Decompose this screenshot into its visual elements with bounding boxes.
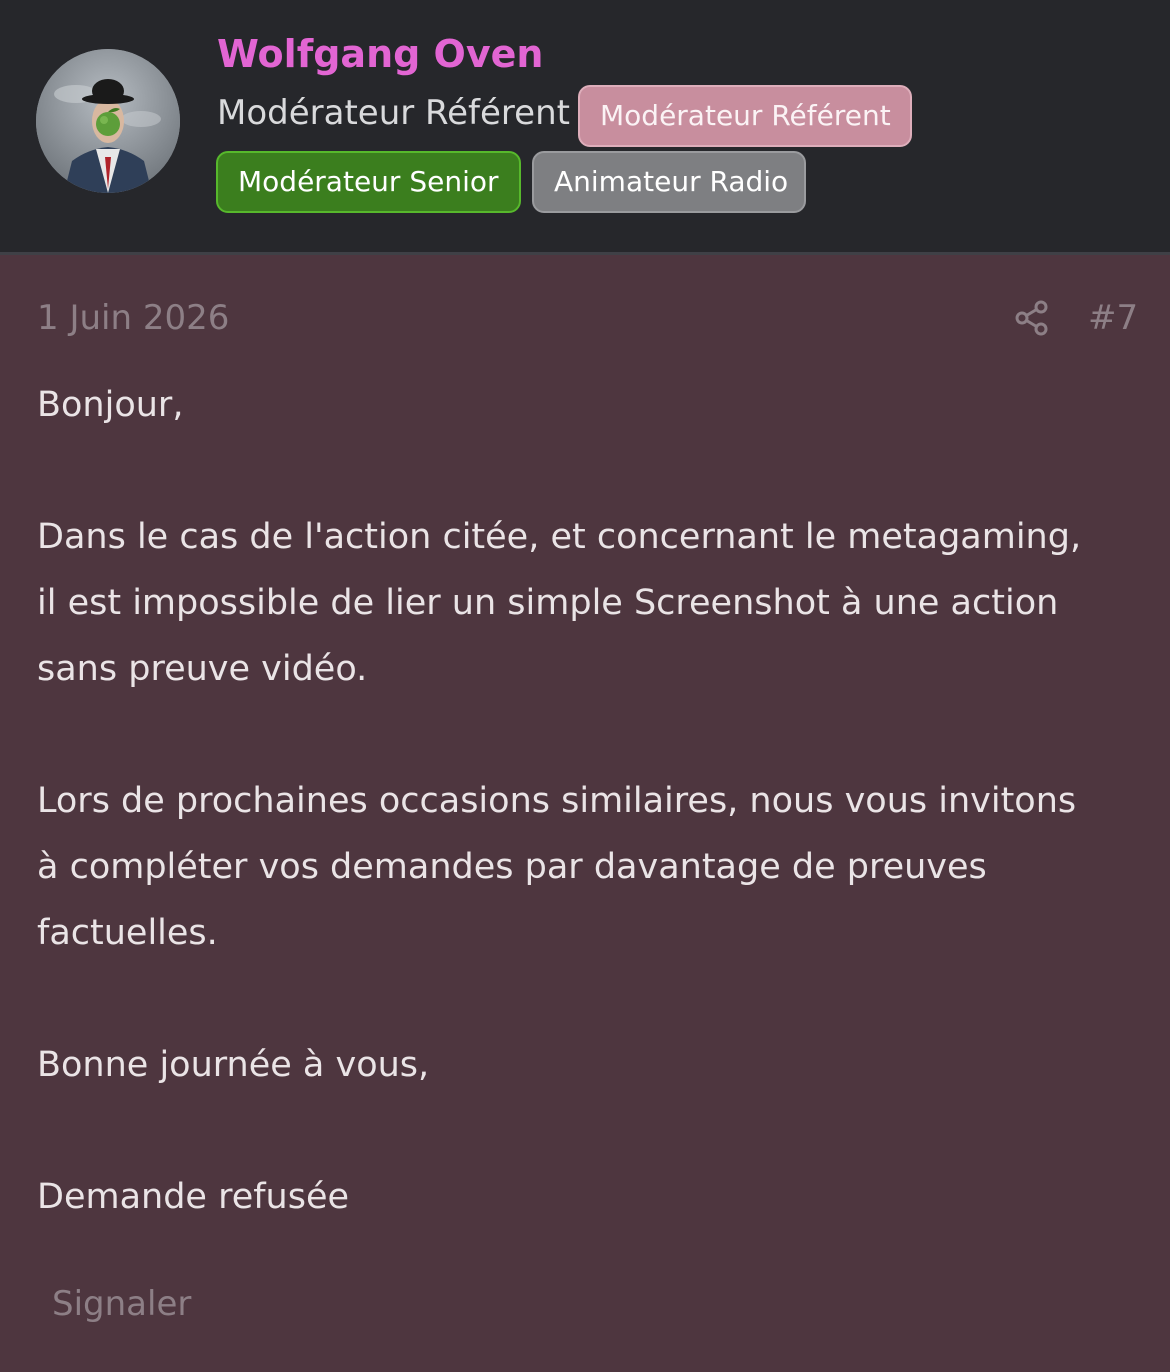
post-paragraph-line: Dans le cas de l'action citée, et concer… <box>37 517 1082 557</box>
user-avatar[interactable] <box>36 49 180 193</box>
forum-post-page: Wolfgang Oven Modérateur Référent Modéra… <box>0 0 1170 1372</box>
post-paragraph-line: factuelles. <box>37 913 218 953</box>
badge-moderateur-referent: Modérateur Référent <box>578 85 912 147</box>
post-paragraph-line: Lors de prochaines occasions similaires,… <box>37 781 1077 821</box>
user-title: Modérateur Référent <box>217 93 570 133</box>
post-date[interactable]: 1 Juin 2026 <box>37 298 229 338</box>
post-greeting: Bonjour, <box>37 385 184 425</box>
badge-animateur-radio: Animateur Radio <box>532 151 806 213</box>
post-paragraph-line: sans preuve vidéo. <box>37 649 368 689</box>
badge-moderateur-senior: Modérateur Senior <box>216 151 521 213</box>
username[interactable]: Wolfgang Oven <box>217 32 543 76</box>
post-paragraph-line: il est impossible de lier un simple Scre… <box>37 583 1059 623</box>
post-closing: Bonne journée à vous, <box>37 1045 430 1085</box>
share-button[interactable] <box>1012 298 1052 338</box>
share-icon <box>1015 300 1048 336</box>
report-link[interactable]: Signaler <box>52 1284 191 1324</box>
post-author-header: Wolfgang Oven Modérateur Référent Modéra… <box>0 0 1170 255</box>
bowler-hat-man-avatar-icon <box>36 49 180 193</box>
post-paragraph-line: à compléter vos demandes par davantage d… <box>37 847 987 887</box>
post-permalink-number[interactable]: #7 <box>1088 298 1138 338</box>
post-decision: Demande refusée <box>37 1177 350 1217</box>
